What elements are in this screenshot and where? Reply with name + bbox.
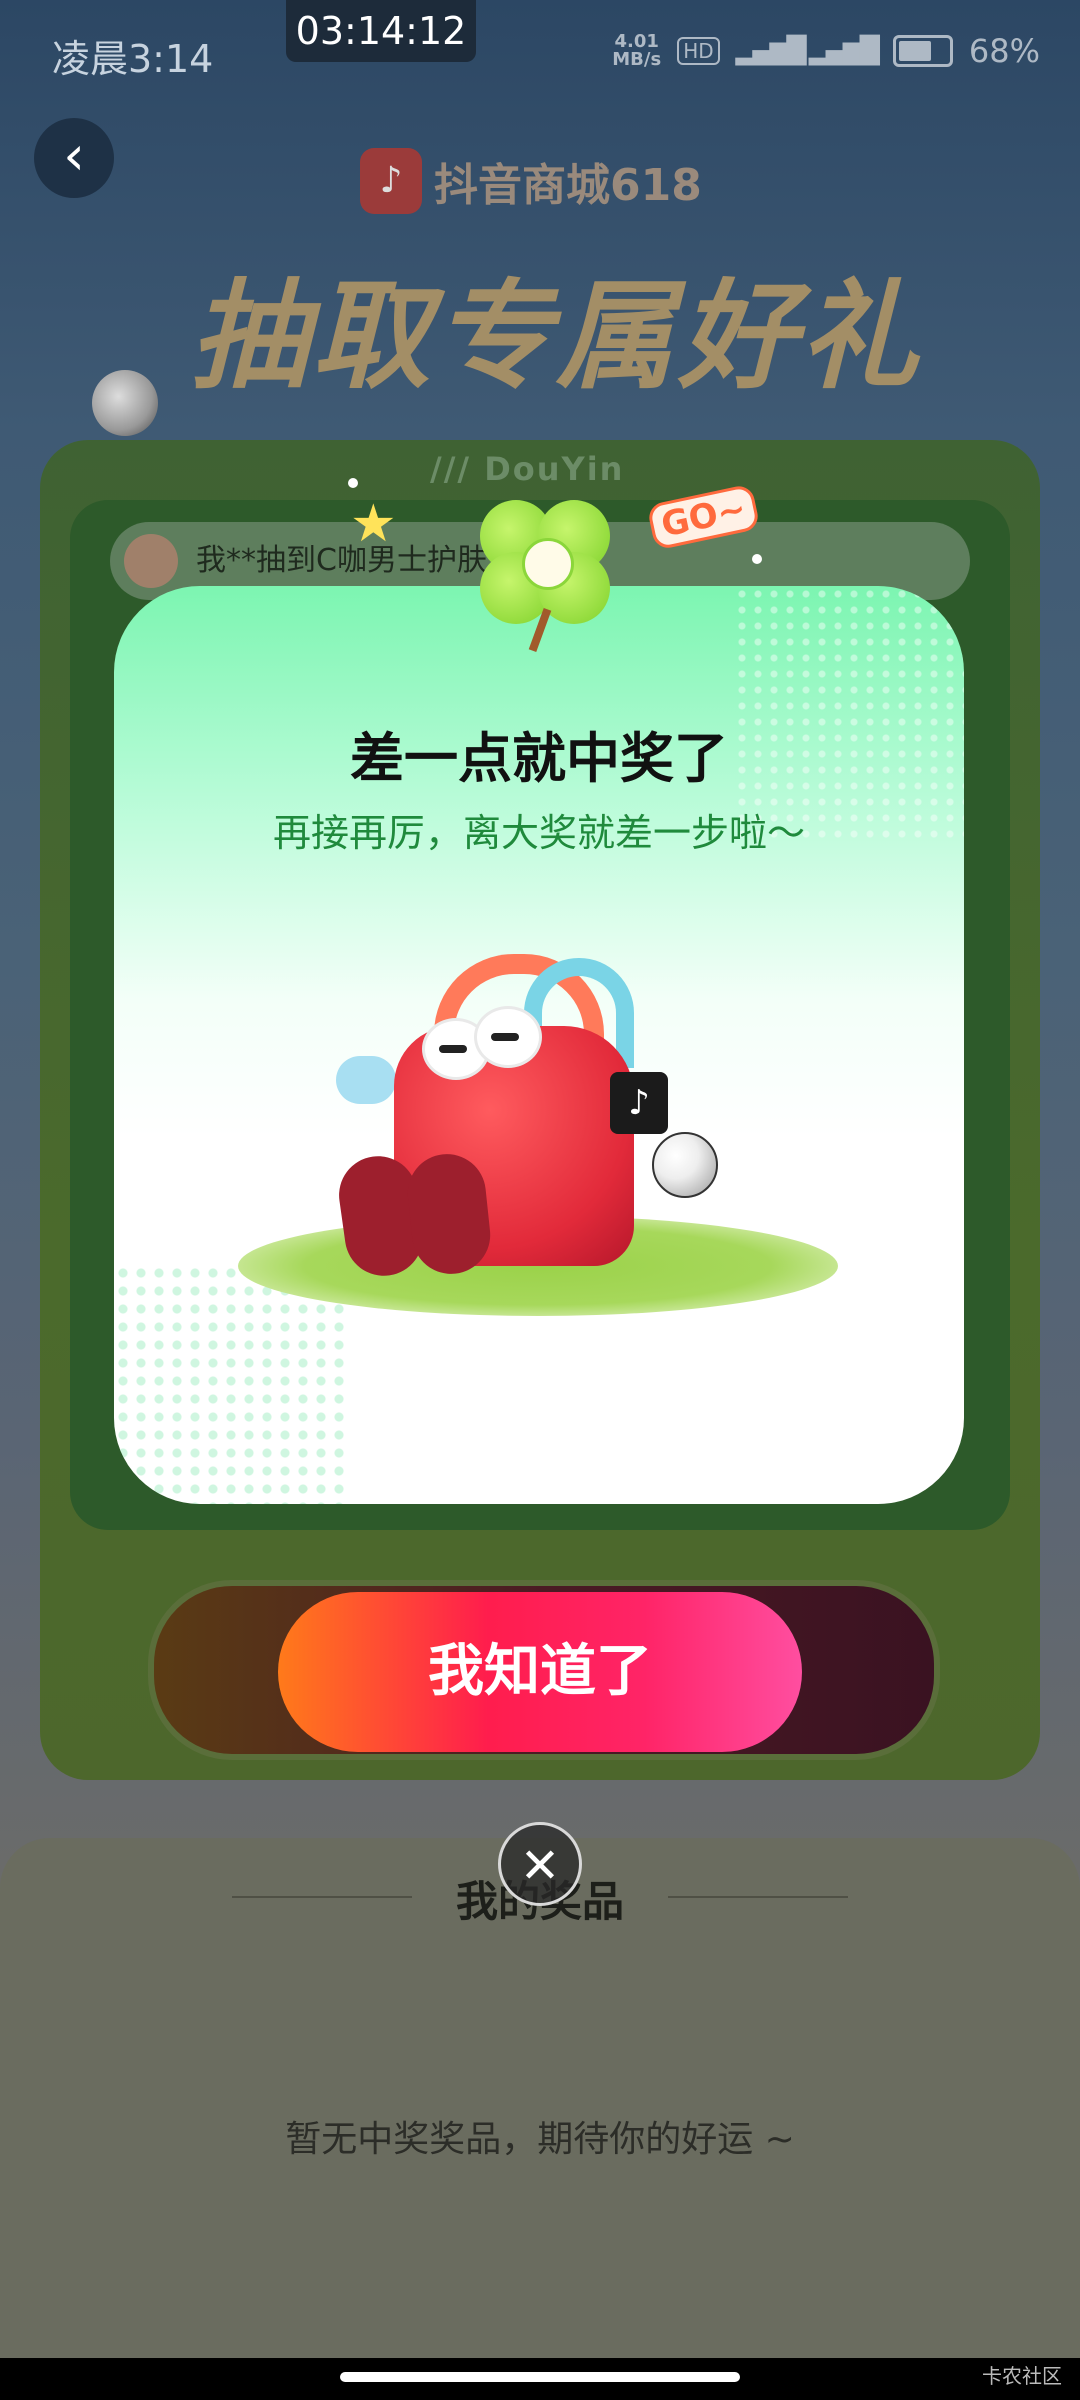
got-it-button[interactable]: 我知道了 bbox=[278, 1592, 802, 1752]
chevron-left-icon: ‹ bbox=[63, 124, 85, 187]
screen-record-clock: 03:14:12 bbox=[286, 0, 476, 62]
douyin-watermark: /// DouYin bbox=[430, 450, 625, 488]
soccer-ball-icon bbox=[652, 1132, 718, 1198]
cloud-icon bbox=[336, 1056, 396, 1104]
soccer-ball-decoration bbox=[92, 370, 158, 436]
avatar bbox=[124, 534, 178, 588]
hd-icon: HD bbox=[677, 37, 720, 65]
prizes-empty-text: 暂无中奖奖品，期待你的好运 ~ bbox=[285, 2119, 795, 2160]
result-modal: 差一点就中奖了 再接再厉，离大奖就差一步啦～ ♪ bbox=[114, 586, 964, 1504]
signal-icon: ▂▄▆█ ▂▄▆█ bbox=[735, 36, 880, 66]
brand-header: ♪ 抖音商城618 bbox=[360, 148, 702, 214]
douyin-logo-icon: ♪ bbox=[610, 1072, 668, 1134]
four-leaf-clover-icon bbox=[470, 490, 620, 653]
star-icon: ★ bbox=[350, 494, 397, 554]
home-indicator[interactable] bbox=[340, 2372, 740, 2382]
sparkle-decoration bbox=[752, 554, 762, 564]
modal-subtitle: 再接再厉，离大奖就差一步啦～ bbox=[272, 811, 805, 855]
battery-percent: 68% bbox=[968, 32, 1040, 70]
modal-title: 差一点就中奖了 bbox=[350, 727, 728, 790]
close-button[interactable]: ✕ bbox=[498, 1822, 582, 1906]
mascot-eye bbox=[474, 1006, 542, 1068]
battery-icon bbox=[892, 35, 953, 67]
status-icons: 4.01 MB/s HD ▂▄▆█ ▂▄▆█ 68% bbox=[612, 32, 1040, 70]
clover-center bbox=[522, 538, 574, 590]
page-headline: 抽取专属好礼 bbox=[190, 267, 923, 405]
back-button[interactable]: ‹ bbox=[34, 118, 114, 198]
dot-pattern-decoration bbox=[114, 1264, 344, 1504]
douyin-mall-logo-icon: ♪ bbox=[360, 148, 422, 214]
status-time: 凌晨3:14 bbox=[52, 37, 214, 81]
sparkle-decoration bbox=[348, 478, 358, 488]
brand-text: 抖音商城618 bbox=[434, 160, 702, 211]
watermark-label: 卡农社区 bbox=[982, 2364, 1062, 2388]
close-icon: ✕ bbox=[519, 1838, 561, 1894]
net-speed: 4.01 MB/s bbox=[612, 31, 662, 70]
status-bar: 凌晨3:14 03:14:12 4.01 MB/s HD ▂▄▆█ ▂▄▆█ 68… bbox=[0, 0, 1080, 110]
